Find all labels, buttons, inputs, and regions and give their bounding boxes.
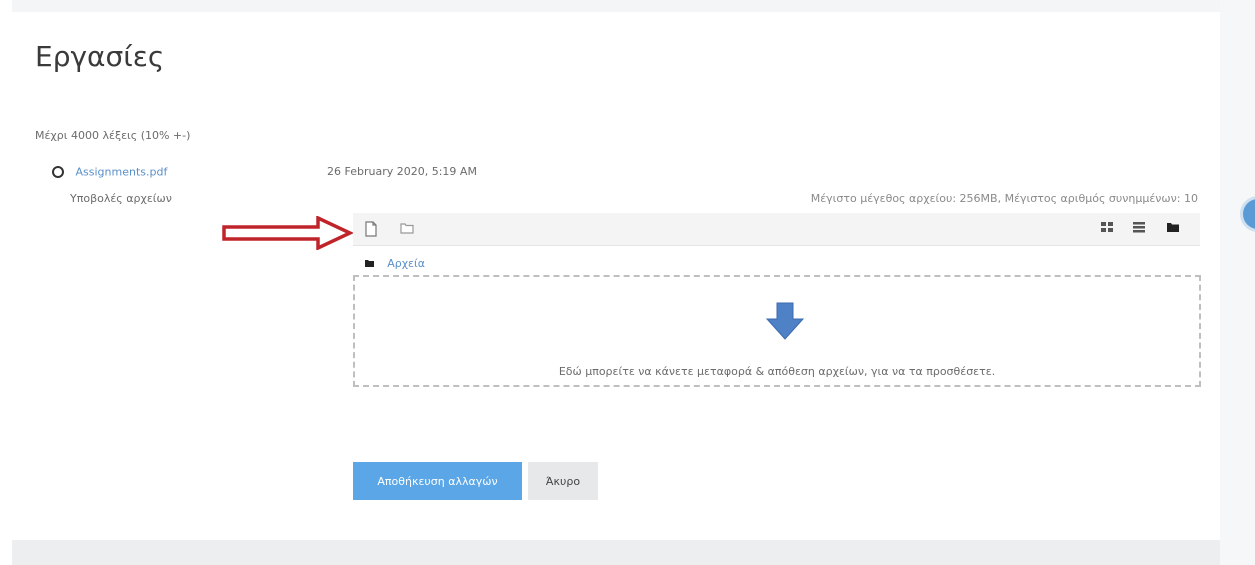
drop-zone[interactable]: Εδώ μπορείτε να κάνετε μεταφορά & απόθεσ… [353, 275, 1201, 387]
download-arrow-icon [765, 302, 805, 340]
annotation-arrow-icon [222, 216, 354, 250]
file-manager-path: Αρχεία [365, 257, 425, 270]
drop-zone-text: Εδώ μπορείτε να κάνετε μεταφορά & απόθεσ… [558, 365, 996, 378]
tree-view-icon[interactable] [1165, 221, 1181, 237]
path-files-link[interactable]: Αρχεία [387, 257, 425, 270]
submission-date: 26 February 2020, 5:19 AM [327, 165, 477, 178]
submitted-file-row: Assignments.pdf [52, 165, 167, 179]
page-title: Εργασίες [35, 40, 165, 73]
upload-limits-text: Μέγιστο μέγεθος αρχείου: 256MB, Μέγιστος… [810, 192, 1198, 205]
grid-view-icon[interactable] [1099, 221, 1115, 237]
folder-create-icon[interactable] [399, 221, 415, 237]
file-manager: Αρχεία Εδώ μπορείτε να κάνετε μεταφορά &… [353, 213, 1201, 387]
right-gutter [1220, 0, 1255, 565]
file-status-icon [52, 166, 64, 178]
file-submissions-label: Υποβολές αρχείων [70, 192, 172, 205]
footer-band [12, 540, 1220, 565]
submitted-file-link[interactable]: Assignments.pdf [76, 166, 168, 179]
save-changes-button[interactable]: Αποθήκευση αλλαγών [353, 462, 522, 500]
list-view-icon[interactable] [1131, 221, 1147, 237]
file-add-icon[interactable] [363, 221, 379, 237]
cancel-button[interactable]: Άκυρο [528, 462, 598, 500]
top-band [12, 0, 1220, 12]
folder-icon [365, 259, 377, 270]
file-manager-toolbar [353, 213, 1200, 246]
word-limit-note: Μέχρι 4000 λέξεις (10% +-) [35, 129, 191, 142]
